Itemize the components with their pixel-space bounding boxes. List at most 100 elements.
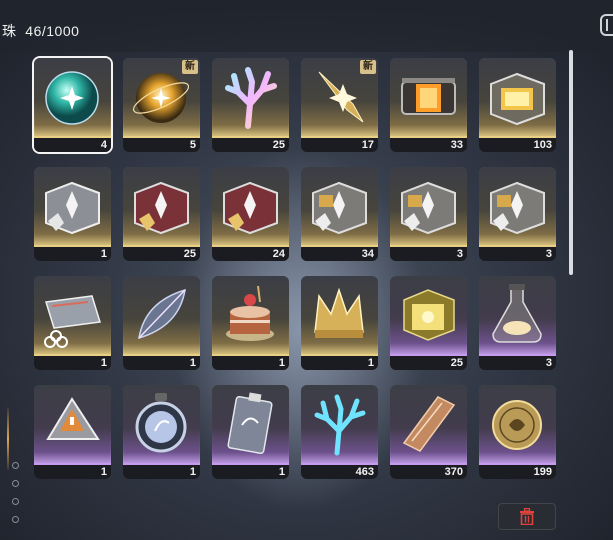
item-count: 25 [183,248,196,260]
item-slot[interactable]: 1 [212,276,289,370]
item-slot[interactable]: 34 [301,167,378,261]
count-bar: 1 [123,465,200,479]
count-bar: 463 [301,465,378,479]
side-accent-line [7,408,9,470]
iridescent-coral-icon [220,64,281,130]
item-count: 25 [450,357,463,369]
item-slot[interactable]: 1 [212,385,289,479]
item-slot[interactable]: 463 [301,385,378,479]
item-slot[interactable]: 199 [479,385,556,479]
access-card-icon [42,282,103,348]
item-count: 1 [278,466,285,478]
item-slot[interactable]: 1 [123,276,200,370]
item-count: 25 [272,139,285,151]
gold-coin-icon [487,391,548,457]
page-dot[interactable] [12,498,19,505]
item-count: 199 [533,466,552,478]
blue-coral-icon [309,391,370,457]
count-bar: 1 [34,356,111,370]
glass-flask-icon [487,282,548,348]
count-bar: 5 [123,138,200,152]
item-slot[interactable]: 3 [390,167,467,261]
item-slot[interactable]: 1 [301,276,378,370]
round-medallion-icon [131,391,192,457]
count-bar: 1 [34,465,111,479]
item-count: 103 [533,139,552,151]
item-count: 1 [100,248,107,260]
new-badge: 新 [360,60,376,74]
new-badge: 新 [182,60,198,74]
cake-icon [220,282,281,348]
item-count: 4 [100,139,107,151]
item-slot[interactable]: 新 17 [301,58,378,152]
item-slot[interactable]: 1 [34,276,111,370]
golden-crown-icon [309,282,370,348]
count-bar: 1 [301,356,378,370]
count-bar: 199 [479,465,556,479]
item-slot[interactable]: 33 [390,58,467,152]
scrollbar[interactable] [569,50,573,275]
item-slot[interactable]: 25 [390,276,467,370]
gold-trim-supply-box-icon [309,173,370,239]
item-count: 24 [272,248,285,260]
id-badge-icon [220,391,281,457]
item-count: 17 [361,139,374,151]
item-count: 1 [189,357,196,369]
gold-trim-supply-box-icon [398,173,459,239]
count-bar: 1 [123,356,200,370]
count-bar: 3 [479,247,556,261]
item-count: 1 [189,466,196,478]
triangle-chest-icon [42,391,103,457]
bag-label: 珠 [2,23,17,39]
count-bar: 33 [390,138,467,152]
glowing-cube-icon [398,282,459,348]
menu-toggle-button[interactable] [600,14,613,36]
count-bar: 25 [212,138,289,152]
count-bar: 3 [479,356,556,370]
item-slot[interactable]: 1 [34,167,111,261]
count-bar: 1 [212,465,289,479]
item-slot[interactable]: 1 [34,385,111,479]
item-count: 370 [444,466,463,478]
item-count: 34 [361,248,374,260]
count-bar: 4 [34,138,111,152]
item-count: 33 [450,139,463,151]
count-bar: 34 [301,247,378,261]
page-dot[interactable] [12,516,19,523]
item-slot[interactable]: 24 [212,167,289,261]
page-dot[interactable] [12,462,19,469]
delete-button[interactable] [498,503,556,530]
item-count: 463 [355,466,374,478]
item-slot[interactable]: 25 [123,167,200,261]
item-count: 3 [545,357,552,369]
item-slot[interactable]: 4 [34,58,111,152]
item-slot[interactable]: 3 [479,167,556,261]
red-supply-box-icon [131,173,192,239]
glowing-orange-crate-icon [398,64,459,130]
panel-icon [606,19,613,31]
item-slot[interactable]: 新5 [123,58,200,152]
count-bar: 3 [390,247,467,261]
item-slot[interactable]: 103 [479,58,556,152]
item-slot[interactable]: 1 [123,385,200,479]
item-count: 1 [278,357,285,369]
capacity-count: 46/1000 [25,23,80,39]
trash-icon [520,508,534,525]
count-bar: 24 [212,247,289,261]
item-count: 5 [189,139,196,151]
page-indicator-dots [12,462,19,534]
count-bar: 103 [479,138,556,152]
page-dot[interactable] [12,480,19,487]
red-supply-box-icon [220,173,281,239]
item-slot[interactable]: 25 [212,58,289,152]
teal-orb-icon [42,64,103,130]
count-bar: 1 [212,356,289,370]
bronze-plate-icon [398,391,459,457]
item-slot[interactable]: 370 [390,385,467,479]
item-slot[interactable]: 3 [479,276,556,370]
count-bar: 370 [390,465,467,479]
item-count: 3 [545,248,552,260]
inventory-capacity: 珠 46/1000 [2,21,79,41]
count-bar: 1 [34,247,111,261]
item-count: 3 [456,248,463,260]
